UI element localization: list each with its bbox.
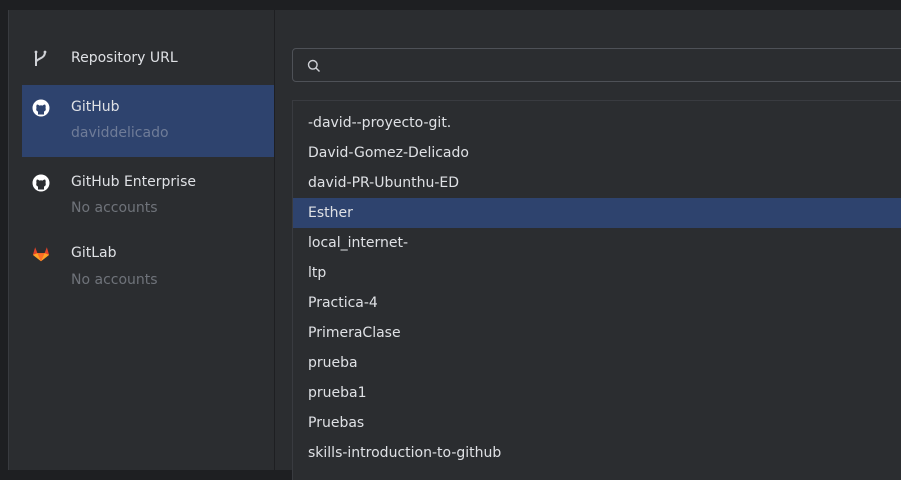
- sidebar-item-github-enterprise[interactable]: GitHub Enterprise No accounts: [22, 157, 275, 229]
- repository-search-field[interactable]: [292, 48, 901, 82]
- repository-item-selected[interactable]: Esther: [293, 198, 901, 228]
- sidebar-item-title: Repository URL: [71, 50, 178, 66]
- repository-item[interactable]: skills-introduction-to-github: [293, 438, 901, 468]
- repository-item[interactable]: david-PR-Ubunthu-ED: [293, 168, 901, 198]
- sidebar-item-title: GitHub: [71, 99, 120, 115]
- sidebar-item-title: GitLab: [71, 245, 117, 261]
- repository-item[interactable]: David-Gomez-Delicado: [293, 138, 901, 168]
- repository-item[interactable]: Practica-4: [293, 288, 901, 318]
- window-left-edge: [0, 10, 8, 470]
- repository-item[interactable]: local_internet-: [293, 228, 901, 258]
- repository-item[interactable]: PrimeraClase: [293, 318, 901, 348]
- search-icon: [307, 58, 321, 72]
- gitlab-icon: [32, 245, 50, 263]
- sidebar-item-account: daviddelicado: [71, 125, 169, 141]
- repository-item[interactable]: -david--proyecto-git.: [293, 108, 901, 138]
- repository-panel: -david--proyecto-git. David-Gomez-Delica…: [275, 10, 901, 480]
- branch-icon: [32, 50, 50, 68]
- sidebar-item-github[interactable]: GitHub daviddelicado: [22, 85, 275, 157]
- repository-item[interactable]: ltp: [293, 258, 901, 288]
- source-sidebar: Repository URL GitHub daviddelicado GitH…: [8, 10, 275, 470]
- sidebar-item-account: No accounts: [71, 272, 158, 288]
- repository-item[interactable]: Pruebas: [293, 408, 901, 438]
- sidebar-item-gitlab[interactable]: GitLab No accounts: [22, 229, 275, 301]
- sidebar-item-repository-url[interactable]: Repository URL: [22, 37, 275, 85]
- github-icon: [32, 174, 50, 192]
- sidebar-item-title: GitHub Enterprise: [71, 174, 196, 190]
- repository-item[interactable]: prueba: [293, 348, 901, 378]
- github-icon: [32, 99, 50, 117]
- sidebar-item-account: No accounts: [71, 200, 158, 216]
- repository-list[interactable]: -david--proyecto-git. David-Gomez-Delica…: [292, 100, 901, 480]
- window-top-bar: [0, 0, 901, 10]
- repository-item[interactable]: prueba1: [293, 378, 901, 408]
